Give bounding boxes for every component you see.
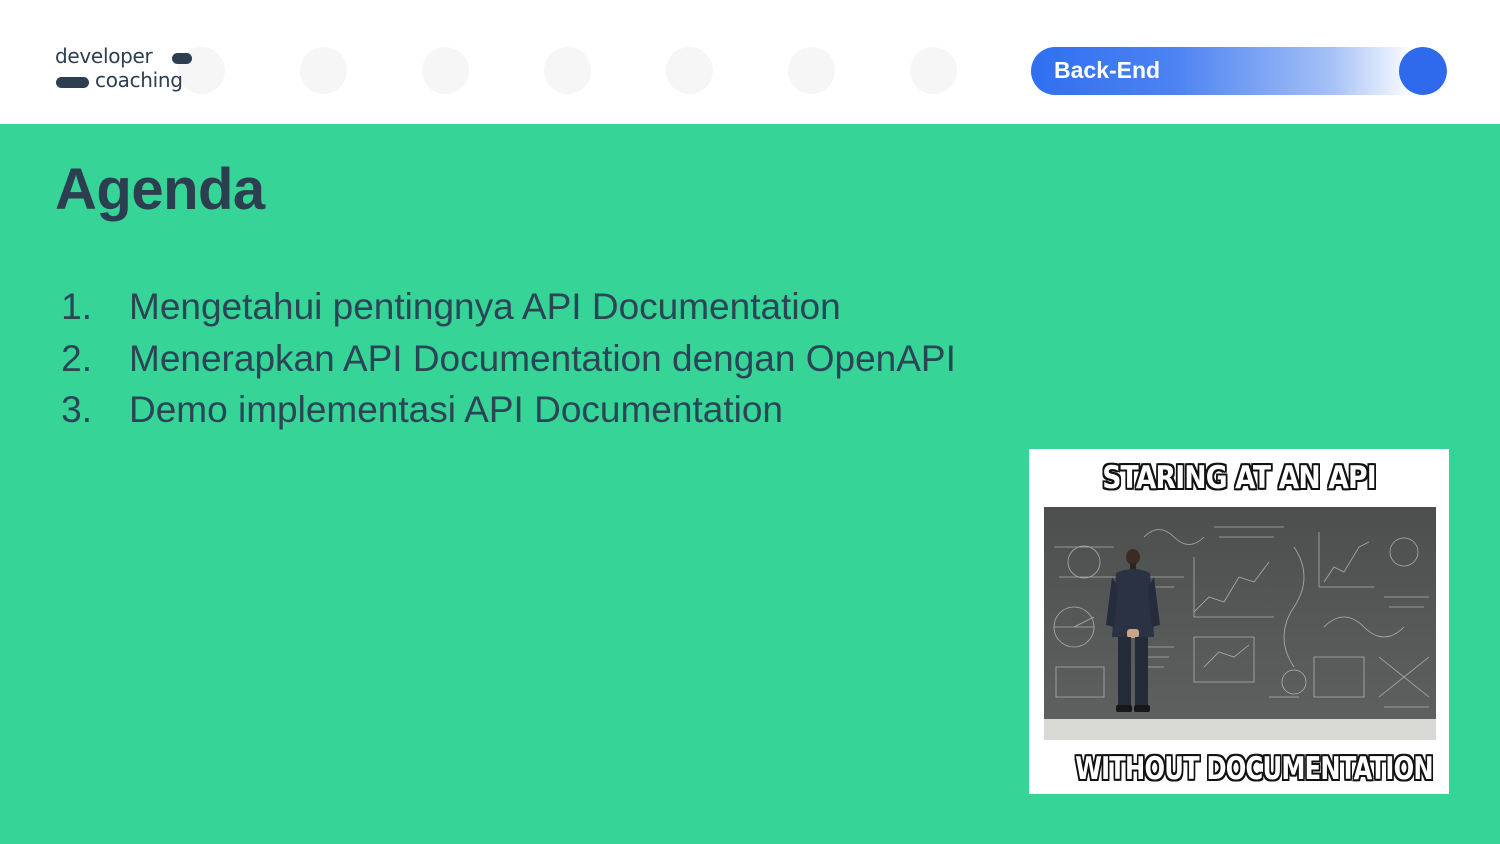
badge-circle <box>1399 47 1447 95</box>
slide-title: Agenda <box>55 157 265 222</box>
logo-text-developer: developer <box>55 44 153 68</box>
track-badge: Back-End <box>1031 47 1447 95</box>
decorative-dot <box>300 47 347 94</box>
chalkboard-photo <box>1044 507 1436 740</box>
track-badge-label: Back-End <box>1054 57 1161 83</box>
decorative-dot <box>544 47 591 94</box>
developer-coaching-logo: developer coaching <box>55 44 215 98</box>
logo-pill-shape <box>56 77 89 88</box>
agenda-item-text: Menerapkan API Documentation dengan Open… <box>129 337 956 379</box>
logo-text-coaching: coaching <box>95 68 183 92</box>
decorative-dot <box>788 47 835 94</box>
slide-header: developer coaching Back-End <box>0 0 1500 124</box>
decorative-dot <box>910 47 957 94</box>
logo-pill-shape <box>172 53 192 64</box>
meme-top-caption: STARING AT AN API <box>1102 460 1376 496</box>
agenda-item-text: Mengetahui pentingnya API Documentation <box>129 286 841 327</box>
agenda-item-number: 1. <box>61 286 92 327</box>
agenda-item-number: 3. <box>61 389 92 430</box>
agenda-item-number: 2. <box>61 337 92 379</box>
meme-image: STARING AT AN API WITHOUT DOCUMENTATION <box>1029 449 1449 794</box>
decorative-dot <box>422 47 469 94</box>
meme-bottom-caption: WITHOUT DOCUMENTATION <box>1075 751 1433 787</box>
agenda-item-text: Demo implementasi API Documentation <box>129 389 783 430</box>
decorative-dot <box>666 47 713 94</box>
